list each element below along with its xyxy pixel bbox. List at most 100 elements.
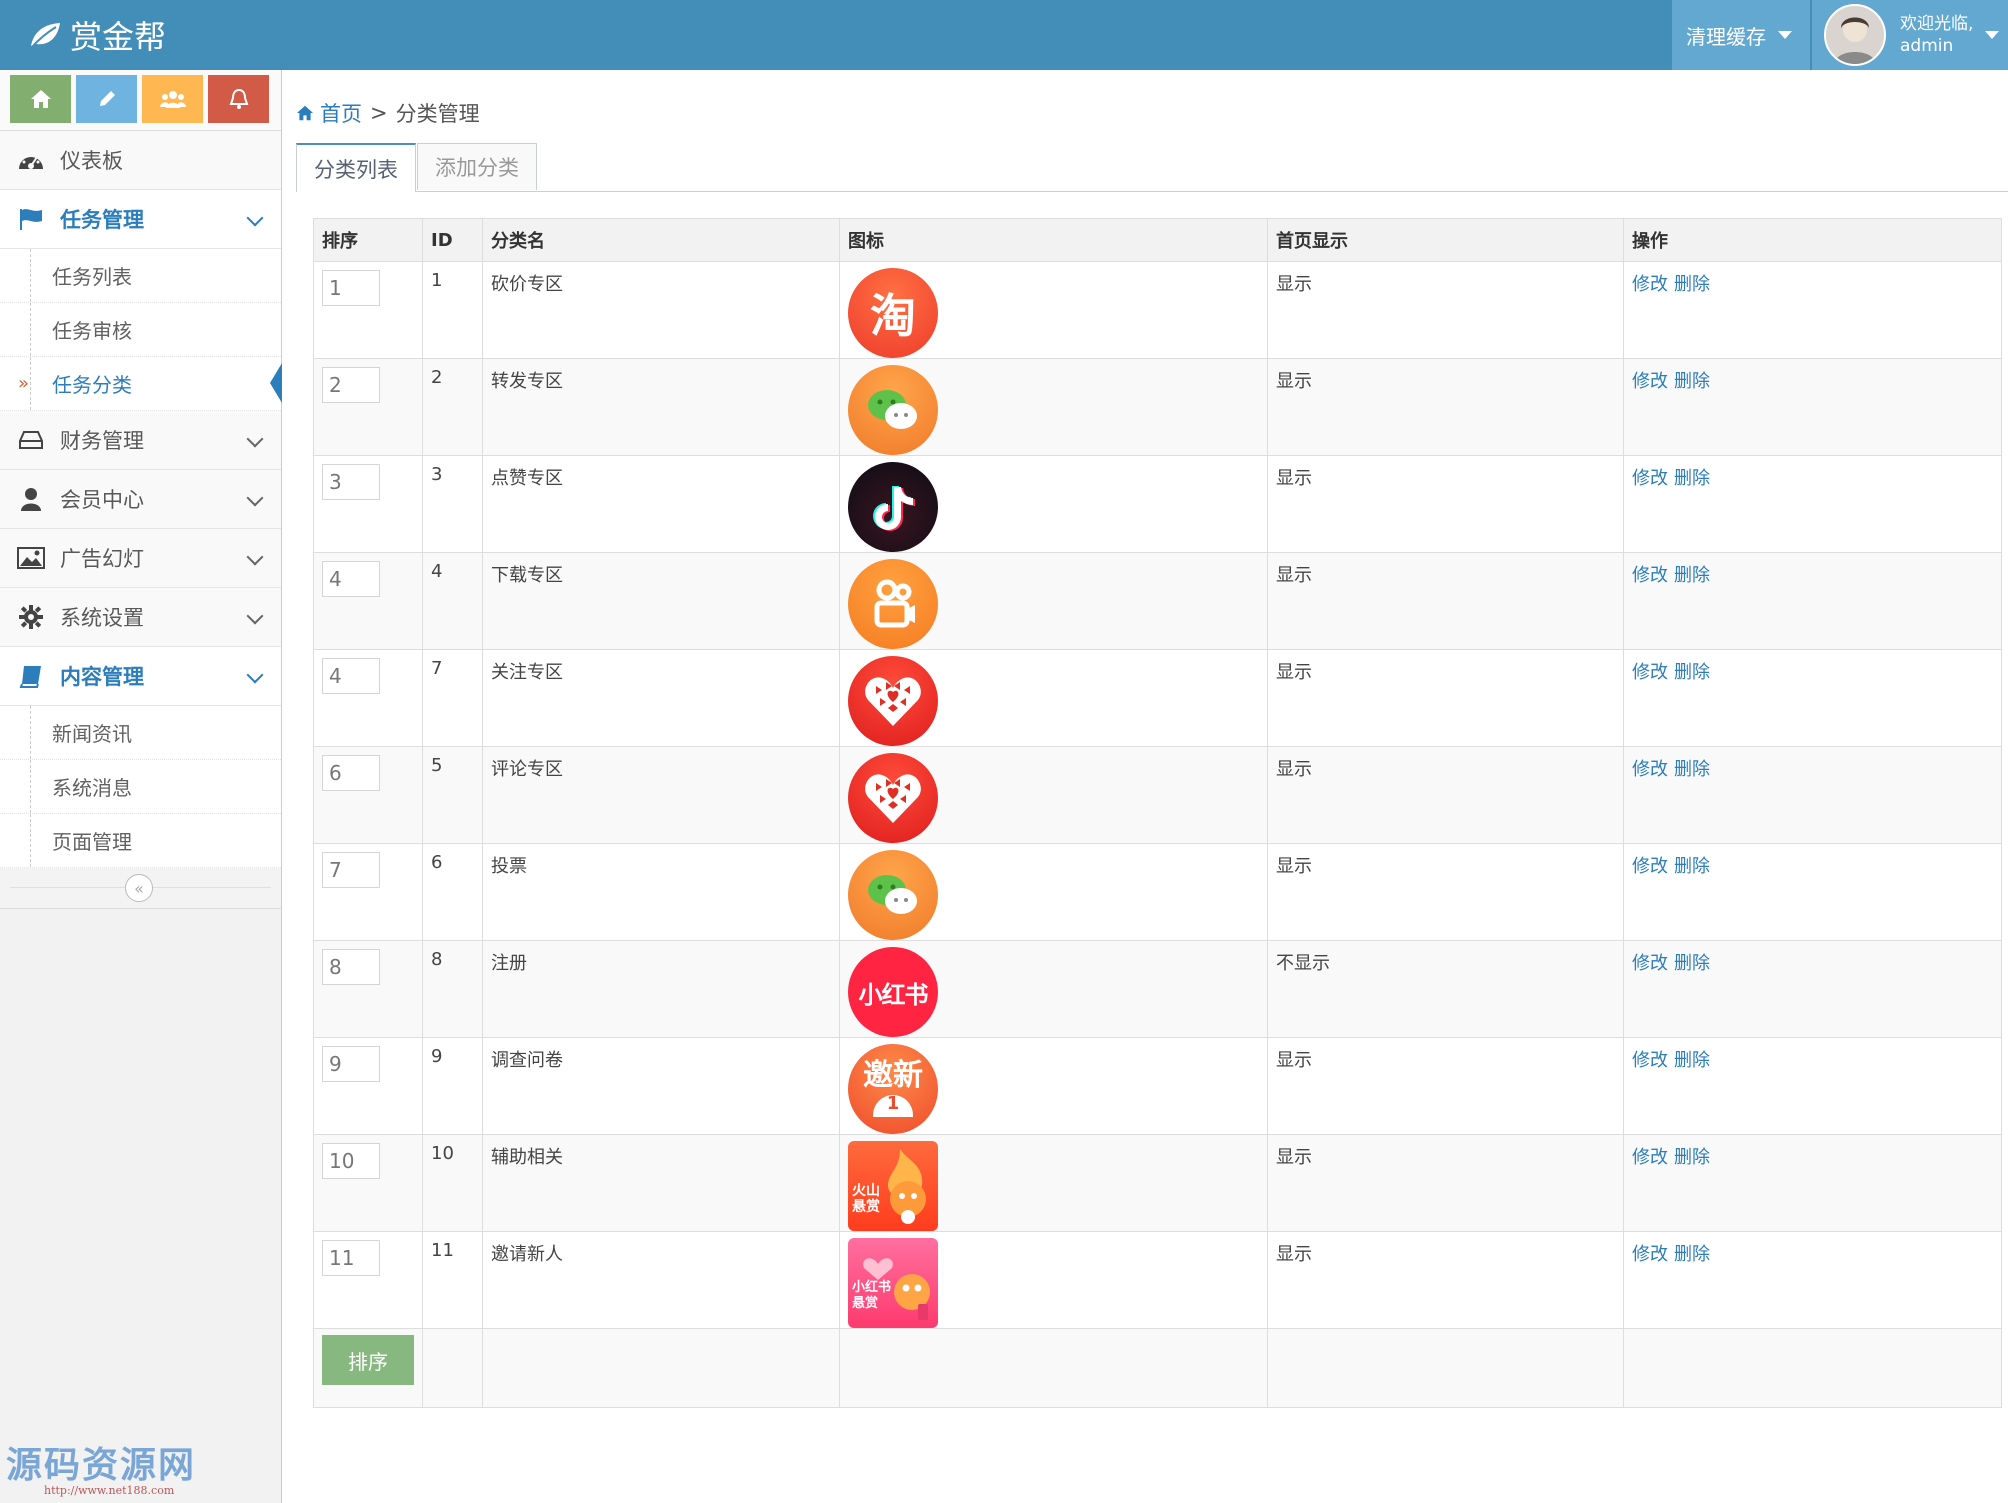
breadcrumb-current: 分类管理 xyxy=(395,102,480,126)
sidebar-item-label: 系统设置 xyxy=(60,606,144,630)
category-id: 11 xyxy=(422,1231,483,1329)
sidebar-item-members[interactable]: 会员中心 xyxy=(0,470,281,529)
edit-link[interactable]: 修改 xyxy=(1632,759,1668,780)
tab-add-category[interactable]: 添加分类 xyxy=(417,143,537,190)
edit-link[interactable]: 修改 xyxy=(1632,856,1668,877)
chevron-down-icon xyxy=(246,209,264,227)
shortcut-home-button[interactable] xyxy=(10,75,71,123)
wechat-icon xyxy=(848,365,938,455)
sort-order-input[interactable] xyxy=(322,852,380,888)
home-display-status: 不显示 xyxy=(1267,940,1624,1038)
users-icon xyxy=(159,91,186,108)
breadcrumb-separator: > xyxy=(370,101,388,125)
edit-link[interactable]: 修改 xyxy=(1632,1050,1668,1071)
edit-link[interactable]: 修改 xyxy=(1632,274,1668,295)
category-name: 辅助相关 xyxy=(482,1134,840,1232)
sort-order-input[interactable] xyxy=(322,367,380,403)
sort-submit-button[interactable]: 排序 xyxy=(322,1335,414,1385)
flag-icon xyxy=(20,209,42,230)
delete-link[interactable]: 删除 xyxy=(1674,1050,1710,1071)
sidebar: 仪表板 任务管理 任务列表 任务审核 » 任务分类 财务管理 会员中心 广告幻灯… xyxy=(0,70,282,1503)
sidebar-item-label: 系统消息 xyxy=(52,776,132,800)
shortcut-users-button[interactable] xyxy=(142,75,203,123)
sidebar-item-task-category[interactable]: » 任务分类 xyxy=(0,357,282,411)
table-row: 5评论专区 显示修改删除 xyxy=(313,746,2002,844)
sidebar-item-news[interactable]: 新闻资讯 xyxy=(0,706,281,760)
dashboard-icon xyxy=(19,154,43,169)
sidebar-item-settings[interactable]: 系统设置 xyxy=(0,588,281,647)
delete-link[interactable]: 删除 xyxy=(1674,856,1710,877)
sidebar-item-pages[interactable]: 页面管理 xyxy=(0,814,281,868)
column-header-icon: 图标 xyxy=(839,218,1268,262)
sort-order-input[interactable] xyxy=(322,1240,380,1276)
category-id: 8 xyxy=(422,940,483,1038)
edit-link[interactable]: 修改 xyxy=(1632,1244,1668,1265)
welcome-text: 欢迎光临, xyxy=(1900,14,1974,34)
sort-order-input[interactable] xyxy=(322,464,380,500)
delete-link[interactable]: 删除 xyxy=(1674,662,1710,683)
category-name: 点赞专区 xyxy=(482,455,840,553)
brand[interactable]: 赏金帮 xyxy=(28,12,166,58)
edit-link[interactable]: 修改 xyxy=(1632,565,1668,586)
sort-order-input[interactable] xyxy=(322,658,380,694)
table-row: 9调查问卷邀新1 显示修改删除 xyxy=(313,1037,2002,1135)
column-header-actions: 操作 xyxy=(1623,218,2002,262)
tab-label: 添加分类 xyxy=(435,156,519,180)
sidebar-item-ads[interactable]: 广告幻灯 xyxy=(0,529,281,588)
sidebar-item-label: 仪表板 xyxy=(60,149,123,173)
table-row: 8注册小红书 不显示修改删除 xyxy=(313,940,2002,1038)
delete-link[interactable]: 删除 xyxy=(1674,953,1710,974)
edit-link[interactable]: 修改 xyxy=(1632,1147,1668,1168)
watermark: 源码资源网 xyxy=(6,1445,197,1486)
invite-new-icon: 邀新 1 xyxy=(848,1044,938,1134)
edit-link[interactable]: 修改 xyxy=(1632,468,1668,489)
pencil-icon xyxy=(99,91,115,106)
category-id: 5 xyxy=(422,746,483,844)
sidebar-item-label: 任务列表 xyxy=(52,265,132,289)
sidebar-item-content-management[interactable]: 内容管理 xyxy=(0,647,281,706)
delete-link[interactable]: 删除 xyxy=(1674,1147,1710,1168)
sidebar-item-task-review[interactable]: 任务审核 xyxy=(0,303,281,357)
clear-cache-dropdown[interactable]: 清理缓存 xyxy=(1672,0,1810,70)
home-display-status: 显示 xyxy=(1267,1231,1624,1329)
sidebar-item-task-management[interactable]: 任务管理 xyxy=(0,190,281,249)
category-id: 10 xyxy=(422,1134,483,1232)
shortcut-notify-button[interactable] xyxy=(208,75,269,123)
username: admin xyxy=(1900,36,1954,56)
edit-link[interactable]: 修改 xyxy=(1632,953,1668,974)
chevron-down-icon xyxy=(246,548,264,566)
category-id: 9 xyxy=(422,1037,483,1135)
tab-category-list[interactable]: 分类列表 xyxy=(296,143,416,192)
delete-link[interactable]: 删除 xyxy=(1674,759,1710,780)
sort-order-input[interactable] xyxy=(322,949,380,985)
sidebar-item-task-list[interactable]: 任务列表 xyxy=(0,249,281,303)
column-header-sort: 排序 xyxy=(313,218,423,262)
sidebar-item-finance[interactable]: 财务管理 xyxy=(0,411,281,470)
sidebar-item-messages[interactable]: 系统消息 xyxy=(0,760,281,814)
delete-link[interactable]: 删除 xyxy=(1674,468,1710,489)
sort-order-input[interactable] xyxy=(322,561,380,597)
sort-order-input[interactable] xyxy=(322,270,380,306)
sidebar-item-label: 新闻资讯 xyxy=(52,722,132,746)
collapse-sidebar-button[interactable]: « xyxy=(125,874,153,902)
active-indicator xyxy=(270,363,282,403)
delete-link[interactable]: 删除 xyxy=(1674,565,1710,586)
delete-link[interactable]: 删除 xyxy=(1674,371,1710,392)
watermark-url: http://www.net188.com xyxy=(44,1484,175,1497)
sort-order-input[interactable] xyxy=(322,755,380,791)
delete-link[interactable]: 删除 xyxy=(1674,274,1710,295)
shortcut-edit-button[interactable] xyxy=(76,75,137,123)
table-row: 10辅助相关火山 悬赏 显示修改删除 xyxy=(313,1134,2002,1232)
sort-order-input[interactable] xyxy=(322,1046,380,1082)
sidebar-item-dashboard[interactable]: 仪表板 xyxy=(0,131,281,190)
double-angle-left-icon: « xyxy=(134,878,144,898)
edit-link[interactable]: 修改 xyxy=(1632,662,1668,683)
delete-link[interactable]: 删除 xyxy=(1674,1244,1710,1265)
breadcrumb-home-link[interactable]: 首页 xyxy=(320,98,362,128)
breadcrumb: 首页 > 分类管理 xyxy=(296,98,480,128)
edit-link[interactable]: 修改 xyxy=(1632,371,1668,392)
user-menu-dropdown[interactable]: 欢迎光临, admin xyxy=(1812,0,2008,70)
sort-order-input[interactable] xyxy=(322,1143,380,1179)
sidebar-item-label: 任务分类 xyxy=(52,373,132,397)
category-id: 2 xyxy=(422,358,483,456)
